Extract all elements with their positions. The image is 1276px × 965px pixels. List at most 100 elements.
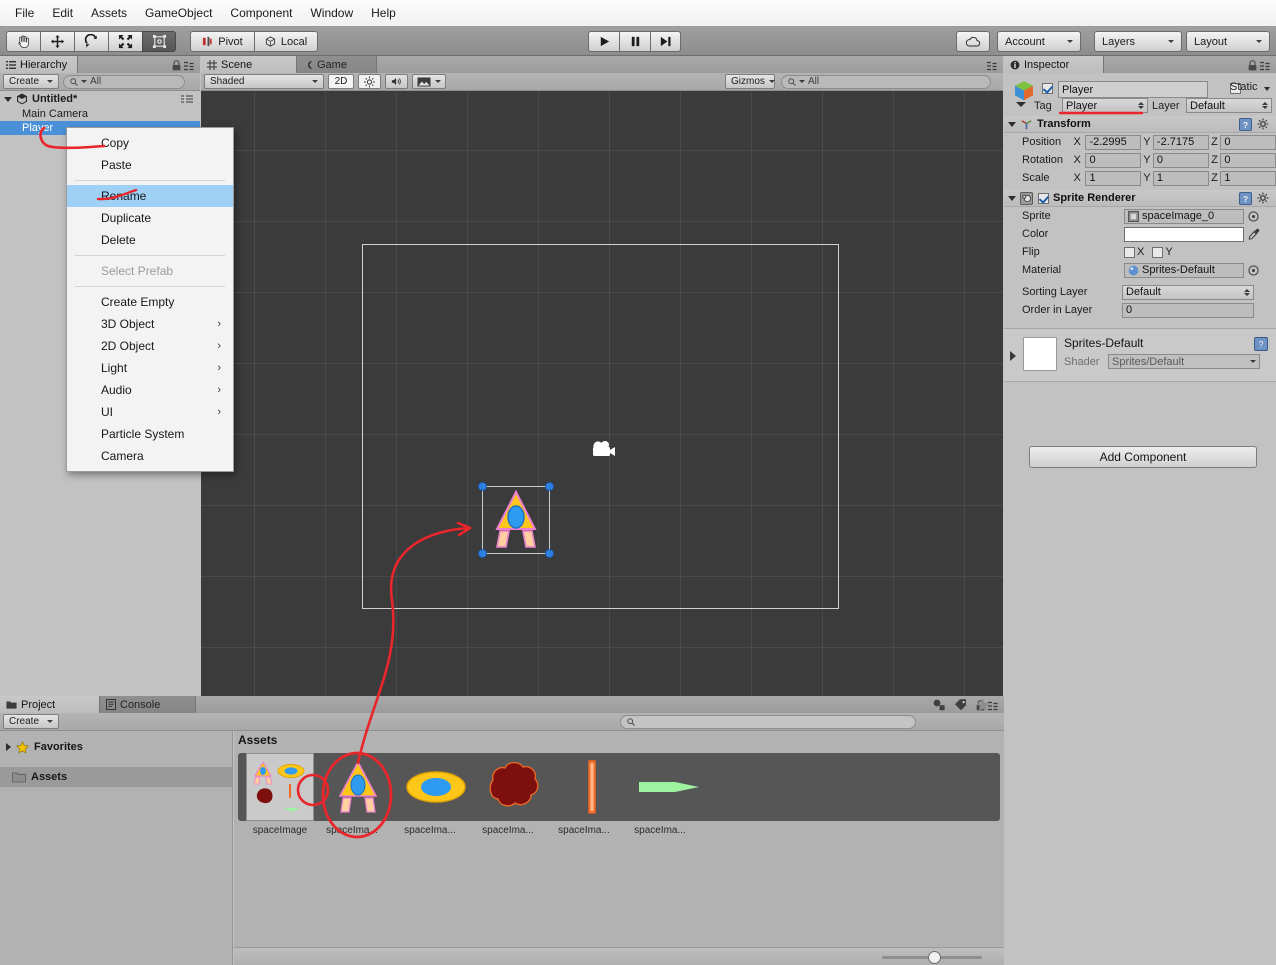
transform-header[interactable]: Transform ? xyxy=(1004,116,1276,133)
pause-button[interactable] xyxy=(619,31,650,52)
menu-item-help[interactable]: Help xyxy=(362,2,405,24)
gear-icon[interactable] xyxy=(1257,118,1270,131)
asset-item-4[interactable] xyxy=(558,753,626,821)
gizmos-dropdown[interactable]: Gizmos xyxy=(725,74,775,89)
lock-icon[interactable] xyxy=(1248,60,1257,71)
context-menu-item-paste[interactable]: Paste xyxy=(67,154,233,176)
sprite-renderer-enabled-checkbox[interactable] xyxy=(1038,192,1049,204)
player-sprite-in-scene[interactable] xyxy=(478,482,554,558)
context-menu-item-light[interactable]: Light › xyxy=(67,357,233,379)
asset-item-1[interactable] xyxy=(324,753,392,821)
gear-icon[interactable] xyxy=(1257,192,1270,205)
hand-tool-button[interactable] xyxy=(6,31,40,52)
menu-item-file[interactable]: File xyxy=(6,2,43,24)
asset-zoom-slider-track[interactable] xyxy=(882,951,982,964)
move-tool-button[interactable] xyxy=(40,31,74,52)
project-search-input[interactable] xyxy=(620,714,916,729)
layers-dropdown[interactable]: Layers xyxy=(1094,31,1182,52)
asset-zoom-slider-thumb[interactable] xyxy=(928,951,941,964)
context-menu-item-particle-system[interactable]: Particle System xyxy=(67,423,233,445)
chevron-right-icon[interactable] xyxy=(1010,351,1016,361)
selection-handle-br[interactable] xyxy=(545,549,554,558)
context-menu-item-2d-object[interactable]: 2D Object › xyxy=(67,335,233,357)
menu-item-window[interactable]: Window xyxy=(301,2,362,24)
tab-hierarchy[interactable]: Hierarchy xyxy=(0,56,79,73)
scene-options-icon[interactable] xyxy=(181,94,194,104)
panel-menu-icon[interactable] xyxy=(1260,61,1273,71)
context-menu-item-create-empty[interactable]: Create Empty xyxy=(67,291,233,313)
help-icon[interactable]: ? xyxy=(1239,117,1252,131)
scale-y-field[interactable]: 1 xyxy=(1152,170,1209,186)
tab-inspector[interactable]: Inspector xyxy=(1004,56,1104,73)
context-menu-item-ui[interactable]: UI › xyxy=(67,401,233,423)
selection-handle-tr[interactable] xyxy=(545,482,554,491)
selection-handle-bl[interactable] xyxy=(478,549,487,558)
position-x-field[interactable]: -2.2995 xyxy=(1085,134,1142,150)
tab-project[interactable]: Project xyxy=(0,696,100,713)
context-menu-item-audio[interactable]: Audio › xyxy=(67,379,233,401)
scene-audio-toggle[interactable] xyxy=(385,74,408,89)
menu-item-assets[interactable]: Assets xyxy=(82,2,136,24)
color-swatch-field[interactable] xyxy=(1124,226,1244,242)
selection-handle-tl[interactable] xyxy=(478,482,487,491)
scene-search-input[interactable]: All xyxy=(781,74,991,89)
tab-scene[interactable]: Scene xyxy=(201,56,297,73)
help-icon[interactable]: ? xyxy=(1239,191,1252,205)
prefab-dropdown-arrow[interactable] xyxy=(1016,102,1026,107)
chevron-down-icon[interactable] xyxy=(1008,121,1016,127)
local-toggle-button[interactable]: Local xyxy=(254,31,318,52)
hierarchy-scene-root[interactable]: Untitled* xyxy=(0,91,200,107)
hierarchy-create-button[interactable]: Create xyxy=(3,74,59,89)
shader-dropdown[interactable]: Sprites/Default xyxy=(1108,354,1260,369)
asset-item-5[interactable] xyxy=(636,753,704,821)
scene-effects-dropdown[interactable] xyxy=(412,74,446,89)
material-picker-icon[interactable] xyxy=(1248,264,1259,276)
asset-item-2[interactable] xyxy=(402,753,470,821)
order-in-layer-field[interactable]: 0 xyxy=(1122,302,1254,318)
favorite-star-icon[interactable] xyxy=(976,698,990,712)
toggle-2d-button[interactable]: 2D xyxy=(328,74,354,89)
add-component-button[interactable]: Add Component xyxy=(1029,446,1257,468)
context-menu-item-copy[interactable]: Copy xyxy=(67,132,233,154)
step-button[interactable] xyxy=(650,31,681,52)
flip-x-checkbox[interactable] xyxy=(1124,246,1135,258)
filter-by-label-icon[interactable] xyxy=(954,698,968,712)
tab-game[interactable]: Game xyxy=(297,56,377,73)
position-y-field[interactable]: -2.7175 xyxy=(1152,134,1209,150)
hierarchy-search-input[interactable]: All xyxy=(63,74,185,89)
object-enabled-checkbox[interactable] xyxy=(1042,83,1053,94)
sprite-picker-icon[interactable] xyxy=(1248,210,1259,222)
sprite-object-field[interactable]: spaceImage_0 xyxy=(1124,208,1244,224)
context-menu-item-delete[interactable]: Delete xyxy=(67,229,233,251)
eyedropper-icon[interactable] xyxy=(1248,228,1260,240)
sorting-layer-dropdown[interactable]: Default xyxy=(1122,284,1254,300)
context-menu-item-rename[interactable]: Rename xyxy=(67,185,233,207)
menu-item-gameobject[interactable]: GameObject xyxy=(136,2,221,24)
asset-item-3[interactable] xyxy=(480,753,548,821)
chevron-down-icon[interactable] xyxy=(1008,195,1016,201)
play-button[interactable] xyxy=(588,31,619,52)
menu-item-edit[interactable]: Edit xyxy=(43,2,82,24)
project-favorites-row[interactable]: Favorites xyxy=(0,737,232,757)
object-name-field[interactable]: Player xyxy=(1058,81,1208,98)
pivot-toggle-button[interactable]: Pivot xyxy=(190,31,254,52)
asset-item-0[interactable] xyxy=(246,753,314,821)
material-object-field[interactable]: Sprites-Default xyxy=(1124,262,1244,278)
context-menu-item-duplicate[interactable]: Duplicate xyxy=(67,207,233,229)
scene-lighting-toggle[interactable] xyxy=(358,74,381,89)
rect-tool-button[interactable] xyxy=(142,31,176,52)
chevron-right-icon[interactable] xyxy=(6,743,11,751)
layer-dropdown[interactable]: Default xyxy=(1186,98,1272,113)
scale-tool-button[interactable] xyxy=(108,31,142,52)
account-dropdown[interactable]: Account xyxy=(997,31,1081,52)
panel-menu-icon[interactable] xyxy=(987,61,1000,71)
help-icon[interactable]: ? xyxy=(1254,337,1268,351)
context-menu-item-3d-object[interactable]: 3D Object › xyxy=(67,313,233,335)
lock-icon[interactable] xyxy=(172,60,181,71)
project-tree-item-assets[interactable]: Assets xyxy=(0,767,232,787)
cloud-services-button[interactable] xyxy=(956,31,990,52)
flip-y-checkbox[interactable] xyxy=(1152,246,1164,258)
filter-by-type-icon[interactable] xyxy=(932,698,946,712)
rotation-x-field[interactable]: 0 xyxy=(1085,152,1142,168)
context-menu-item-camera[interactable]: Camera xyxy=(67,445,233,467)
